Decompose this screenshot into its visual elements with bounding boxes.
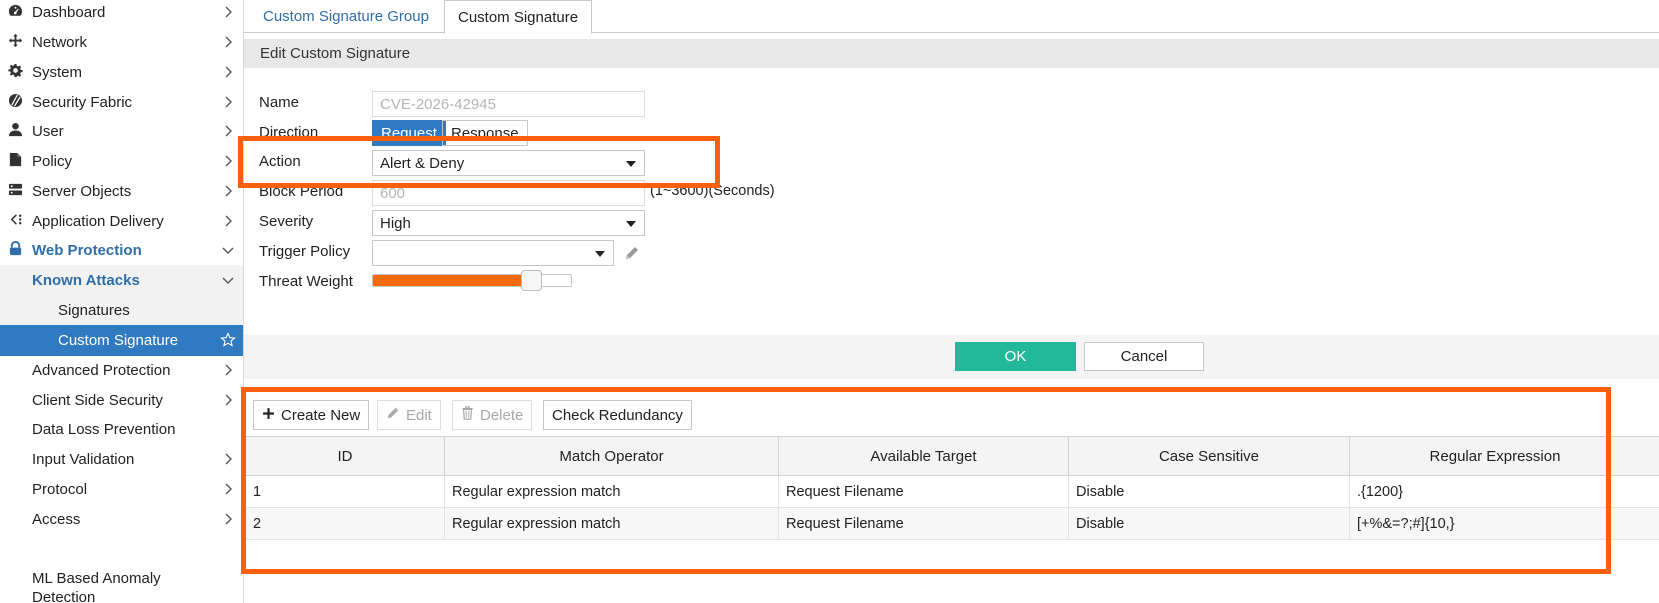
name-input[interactable]: CVE-2026-42945	[372, 91, 645, 117]
sidebar-item-data-loss-prevention[interactable]: Data Loss Prevention	[0, 414, 243, 445]
chevron-right-icon	[225, 185, 232, 197]
threat-weight-label: Threat Weight	[259, 273, 353, 290]
sidebar-item-custom-signature[interactable]: Custom Signature	[0, 325, 243, 356]
gear-icon	[5, 63, 25, 82]
dashboard-icon	[5, 3, 25, 22]
sidebar-item-label: Access	[32, 511, 81, 528]
severity-label: Severity	[259, 213, 314, 230]
sidebar-item-ml-anomaly-detection[interactable]: ML Based Anomaly Detection	[0, 566, 243, 603]
trigger-policy-label: Trigger Policy	[259, 243, 351, 260]
chevron-right-icon	[225, 36, 232, 48]
chevron-right-icon	[225, 96, 232, 108]
cancel-button-label: Cancel	[1120, 348, 1168, 365]
sidebar-item-label: Server Objects	[32, 183, 132, 200]
lock-icon	[5, 241, 25, 260]
chevron-right-icon	[225, 215, 232, 227]
caret-down-icon	[626, 221, 636, 227]
sidebar-item-dashboard[interactable]: Dashboard	[0, 0, 243, 28]
chevron-down-icon	[222, 247, 234, 254]
sidebar-item-label: Protocol	[32, 481, 88, 498]
tab-custom-signature-group[interactable]: Custom Signature Group	[250, 0, 442, 33]
sidebar-item-advanced-protection[interactable]: Advanced Protection	[0, 355, 243, 386]
application-delivery-icon	[5, 212, 25, 231]
sidebar-nav: Dashboard Network System Security Fabric	[0, 0, 244, 603]
app-window: Dashboard Network System Security Fabric	[0, 0, 1659, 603]
caret-down-icon	[595, 251, 605, 257]
threat-weight-fill	[373, 275, 523, 286]
sidebar-item-label: Input Validation	[32, 451, 135, 468]
sidebar-item-system[interactable]: System	[0, 57, 243, 88]
sidebar-item-label: Dashboard	[32, 4, 106, 21]
sidebar-item-label: Signatures	[58, 302, 130, 319]
section-title: Edit Custom Signature	[260, 45, 411, 62]
tab-label: Custom Signature Group	[263, 8, 429, 25]
form-button-bar	[244, 335, 1659, 379]
chevron-down-icon	[222, 277, 234, 284]
table-highlight-box	[241, 387, 1611, 574]
ok-button-label: OK	[1004, 348, 1027, 365]
sidebar-item-label: Network	[32, 34, 88, 51]
severity-select[interactable]: High	[372, 210, 645, 236]
tab-bar: Custom Signature Group Custom Signature	[244, 0, 1659, 34]
sidebar-item-label: Data Loss Prevention	[32, 421, 176, 438]
sidebar-item-label: Security Fabric	[32, 94, 133, 111]
pencil-icon[interactable]	[624, 245, 640, 261]
ok-button[interactable]: OK	[955, 342, 1076, 371]
chevron-right-icon	[225, 155, 232, 167]
chevron-right-icon	[225, 364, 232, 376]
sidebar-item-network[interactable]: Network	[0, 27, 243, 58]
sidebar-item-label: Known Attacks	[32, 272, 140, 289]
name-label: Name	[259, 94, 300, 111]
star-icon[interactable]	[220, 332, 236, 348]
sidebar-item-label: Advanced Protection	[32, 362, 171, 379]
server-icon	[5, 182, 25, 201]
chevron-right-icon	[225, 125, 232, 137]
severity-select-value: High	[380, 214, 411, 232]
chevron-right-icon	[225, 6, 232, 18]
sidebar-item-server-objects[interactable]: Server Objects	[0, 176, 243, 207]
chevron-right-icon	[225, 513, 232, 525]
network-icon	[5, 33, 25, 52]
sidebar-item-label: Application Delivery	[32, 213, 164, 230]
cancel-button[interactable]: Cancel	[1084, 342, 1204, 371]
sidebar-item-known-attacks[interactable]: Known Attacks	[0, 265, 243, 296]
sidebar-item-label: Client Side Security	[32, 392, 163, 409]
sidebar-item-label: User	[32, 123, 64, 140]
chevron-right-icon	[225, 483, 232, 495]
sidebar-item-label: Custom Signature	[58, 332, 179, 349]
chevron-right-icon	[225, 66, 232, 78]
chevron-right-icon	[225, 394, 232, 406]
sidebar-item-security-fabric[interactable]: Security Fabric	[0, 87, 243, 118]
section-header: Edit Custom Signature	[244, 39, 1659, 68]
sidebar-item-label: System	[32, 64, 83, 81]
security-fabric-icon	[5, 93, 25, 112]
chevron-right-icon	[225, 453, 232, 465]
sidebar-item-user[interactable]: User	[0, 116, 243, 147]
action-highlight-box	[238, 136, 720, 188]
user-icon	[5, 122, 25, 141]
sidebar-item-label: Policy	[32, 153, 73, 170]
sidebar-item-label: ML Based Anomaly Detection	[32, 570, 161, 603]
sidebar-item-access[interactable]: Access	[0, 504, 243, 535]
sidebar-item-policy[interactable]: Policy	[0, 146, 243, 177]
tab-custom-signature[interactable]: Custom Signature	[444, 0, 593, 34]
sidebar-item-application-delivery[interactable]: Application Delivery	[0, 206, 243, 237]
threat-weight-handle[interactable]	[521, 270, 542, 291]
sidebar-item-client-side-security[interactable]: Client Side Security	[0, 385, 243, 416]
sidebar-item-input-validation[interactable]: Input Validation	[0, 444, 243, 475]
tab-label: Custom Signature	[458, 8, 579, 26]
sidebar-item-protocol[interactable]: Protocol	[0, 474, 243, 505]
policy-icon	[5, 152, 25, 171]
sidebar-item-signatures[interactable]: Signatures	[0, 295, 243, 326]
threat-weight-slider[interactable]	[372, 274, 572, 287]
trigger-policy-select[interactable]	[372, 240, 614, 266]
sidebar-item-web-protection[interactable]: Web Protection	[0, 235, 243, 266]
sidebar-item-label: Web Protection	[32, 242, 142, 259]
name-input-placeholder: CVE-2026-42945	[380, 95, 496, 113]
